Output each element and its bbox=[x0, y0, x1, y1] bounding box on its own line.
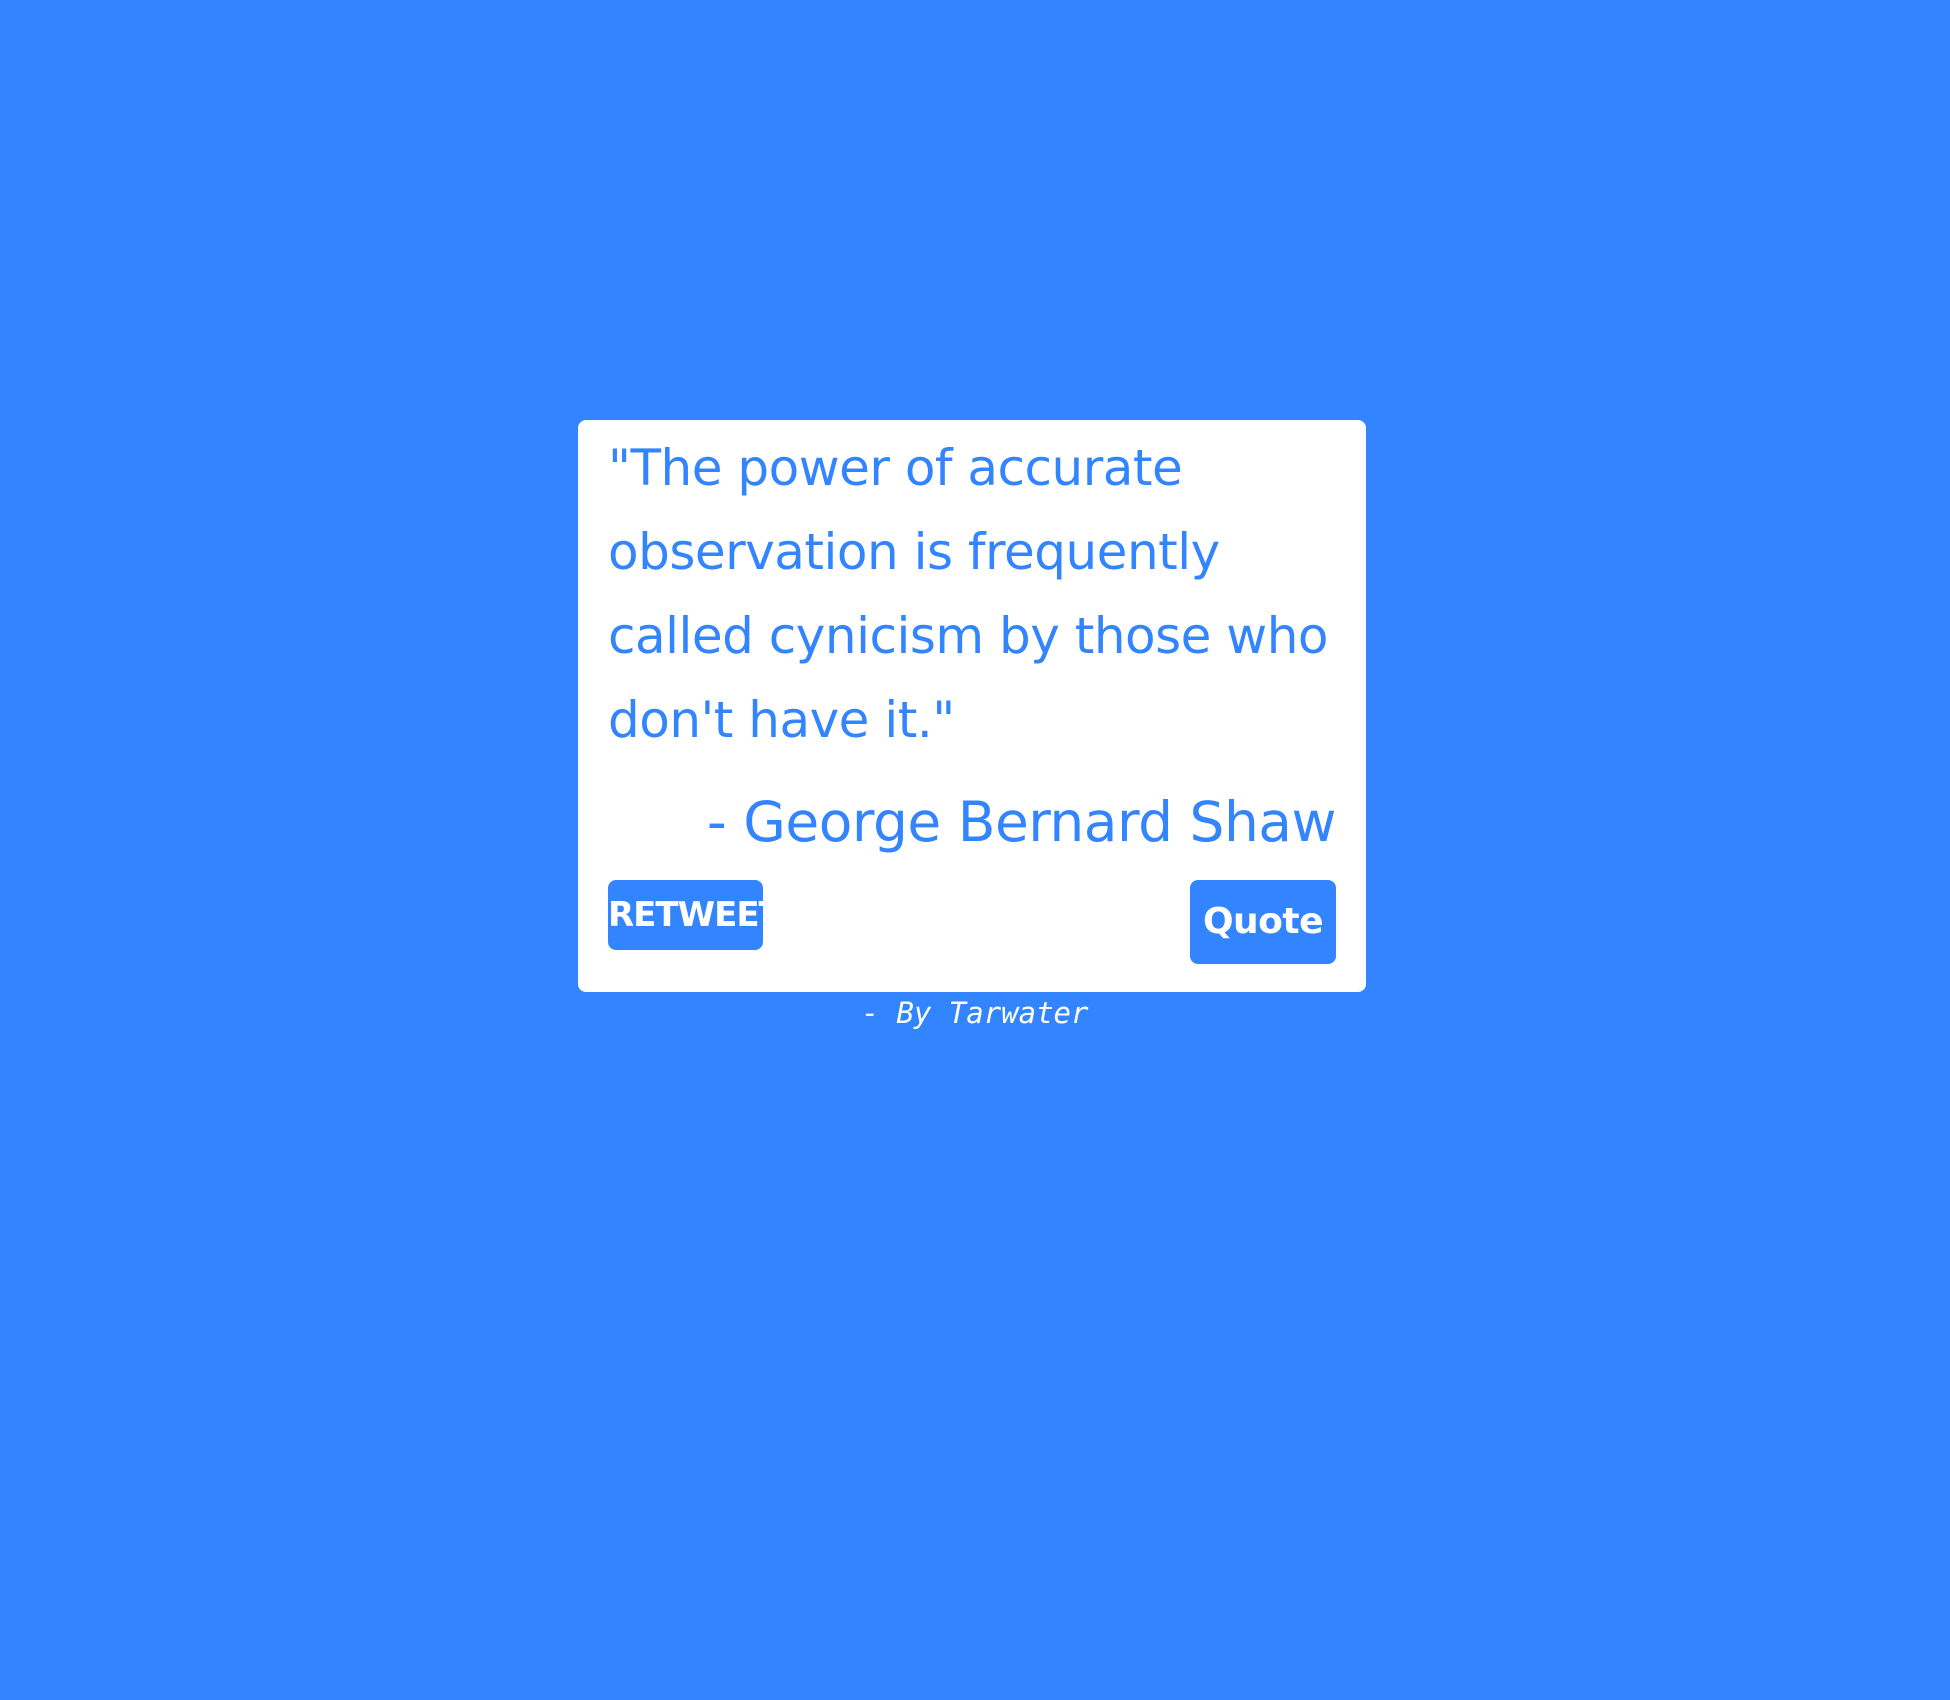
quote-author: - George Bernard Shaw bbox=[706, 790, 1337, 854]
author-credit: - By Tarwater bbox=[861, 996, 1089, 1030]
quote-card: "The power of accurate observation is fr… bbox=[578, 420, 1366, 992]
retweet-button[interactable]: RETWEET bbox=[608, 880, 782, 950]
quote-text: "The power of accurate observation is fr… bbox=[608, 439, 1328, 749]
page-background: "The power of accurate observation is fr… bbox=[0, 0, 1950, 1700]
new-quote-button[interactable]: Quote bbox=[1190, 880, 1336, 964]
